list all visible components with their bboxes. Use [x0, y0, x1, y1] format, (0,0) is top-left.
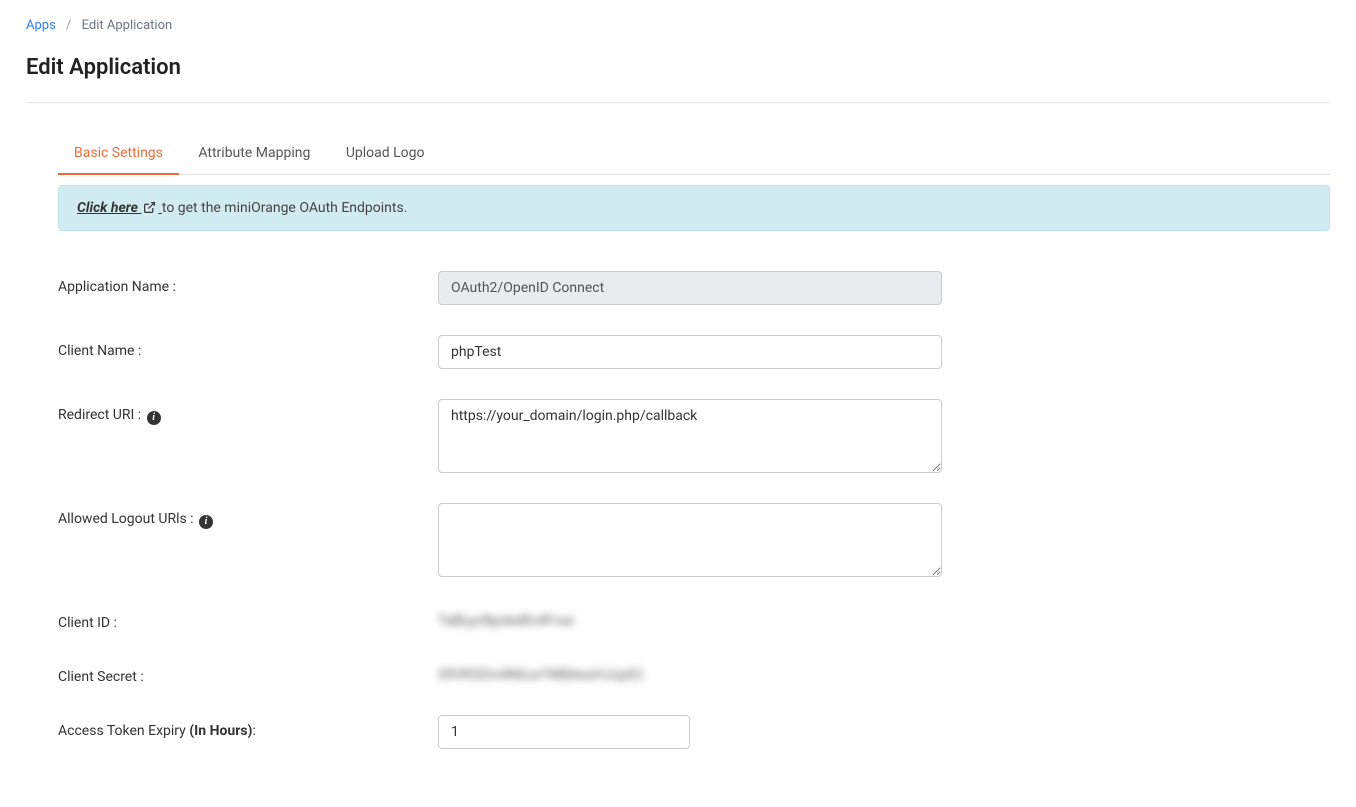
application-name-field[interactable] — [438, 271, 942, 305]
info-icon[interactable]: i — [199, 515, 213, 529]
client-id-label: Client ID : — [58, 607, 438, 631]
logout-urls-label: Allowed Logout URls : i — [58, 503, 438, 529]
click-here-link[interactable]: Click here — [77, 200, 162, 216]
logout-urls-label-text: Allowed Logout URls : — [58, 511, 197, 527]
info-icon[interactable]: i — [147, 411, 161, 425]
application-name-label: Application Name : — [58, 271, 438, 295]
logout-urls-field[interactable] — [438, 503, 942, 577]
token-expiry-label-pre: Access Token Expiry — [58, 723, 189, 739]
tab-upload-logo[interactable]: Upload Logo — [330, 133, 441, 175]
client-secret-value: S9VR3Zm4NtLw7WBAeuHJcpX2 — [438, 661, 643, 683]
redirect-uri-label-text: Redirect URI : — [58, 407, 145, 423]
tabs-container: Basic Settings Attribute Mapping Upload … — [58, 133, 1330, 175]
token-expiry-label: Access Token Expiry (In Hours): — [58, 715, 438, 739]
tab-basic-settings[interactable]: Basic Settings — [58, 133, 179, 175]
token-expiry-field[interactable] — [438, 715, 690, 749]
breadcrumb-apps-link[interactable]: Apps — [26, 18, 56, 33]
breadcrumb-current: Edit Application — [82, 18, 173, 33]
info-banner: Click here to get the miniOrange OAuth E… — [58, 185, 1330, 231]
redirect-uri-label: Redirect URI : i — [58, 399, 438, 425]
breadcrumb-separator: / — [66, 18, 71, 33]
tab-attribute-mapping[interactable]: Attribute Mapping — [182, 133, 326, 175]
client-name-field[interactable] — [438, 335, 942, 369]
info-banner-text: to get the miniOrange OAuth Endpoints. — [162, 200, 408, 216]
client-id-value: TaBLycRpokeRc4Fvxe — [438, 607, 574, 629]
client-secret-label: Client Secret : — [58, 661, 438, 685]
token-expiry-label-post: : — [252, 723, 255, 739]
page-title: Edit Application — [26, 55, 1330, 80]
title-divider — [26, 102, 1330, 103]
redirect-uri-field[interactable]: https://your_domain/login.php/callback — [438, 399, 942, 473]
token-expiry-label-bold: (In Hours) — [189, 723, 252, 739]
external-link-icon — [143, 201, 156, 214]
breadcrumb: Apps / Edit Application — [26, 18, 1330, 33]
client-name-label: Client Name : — [58, 335, 438, 359]
click-here-text: Click here — [77, 200, 138, 216]
